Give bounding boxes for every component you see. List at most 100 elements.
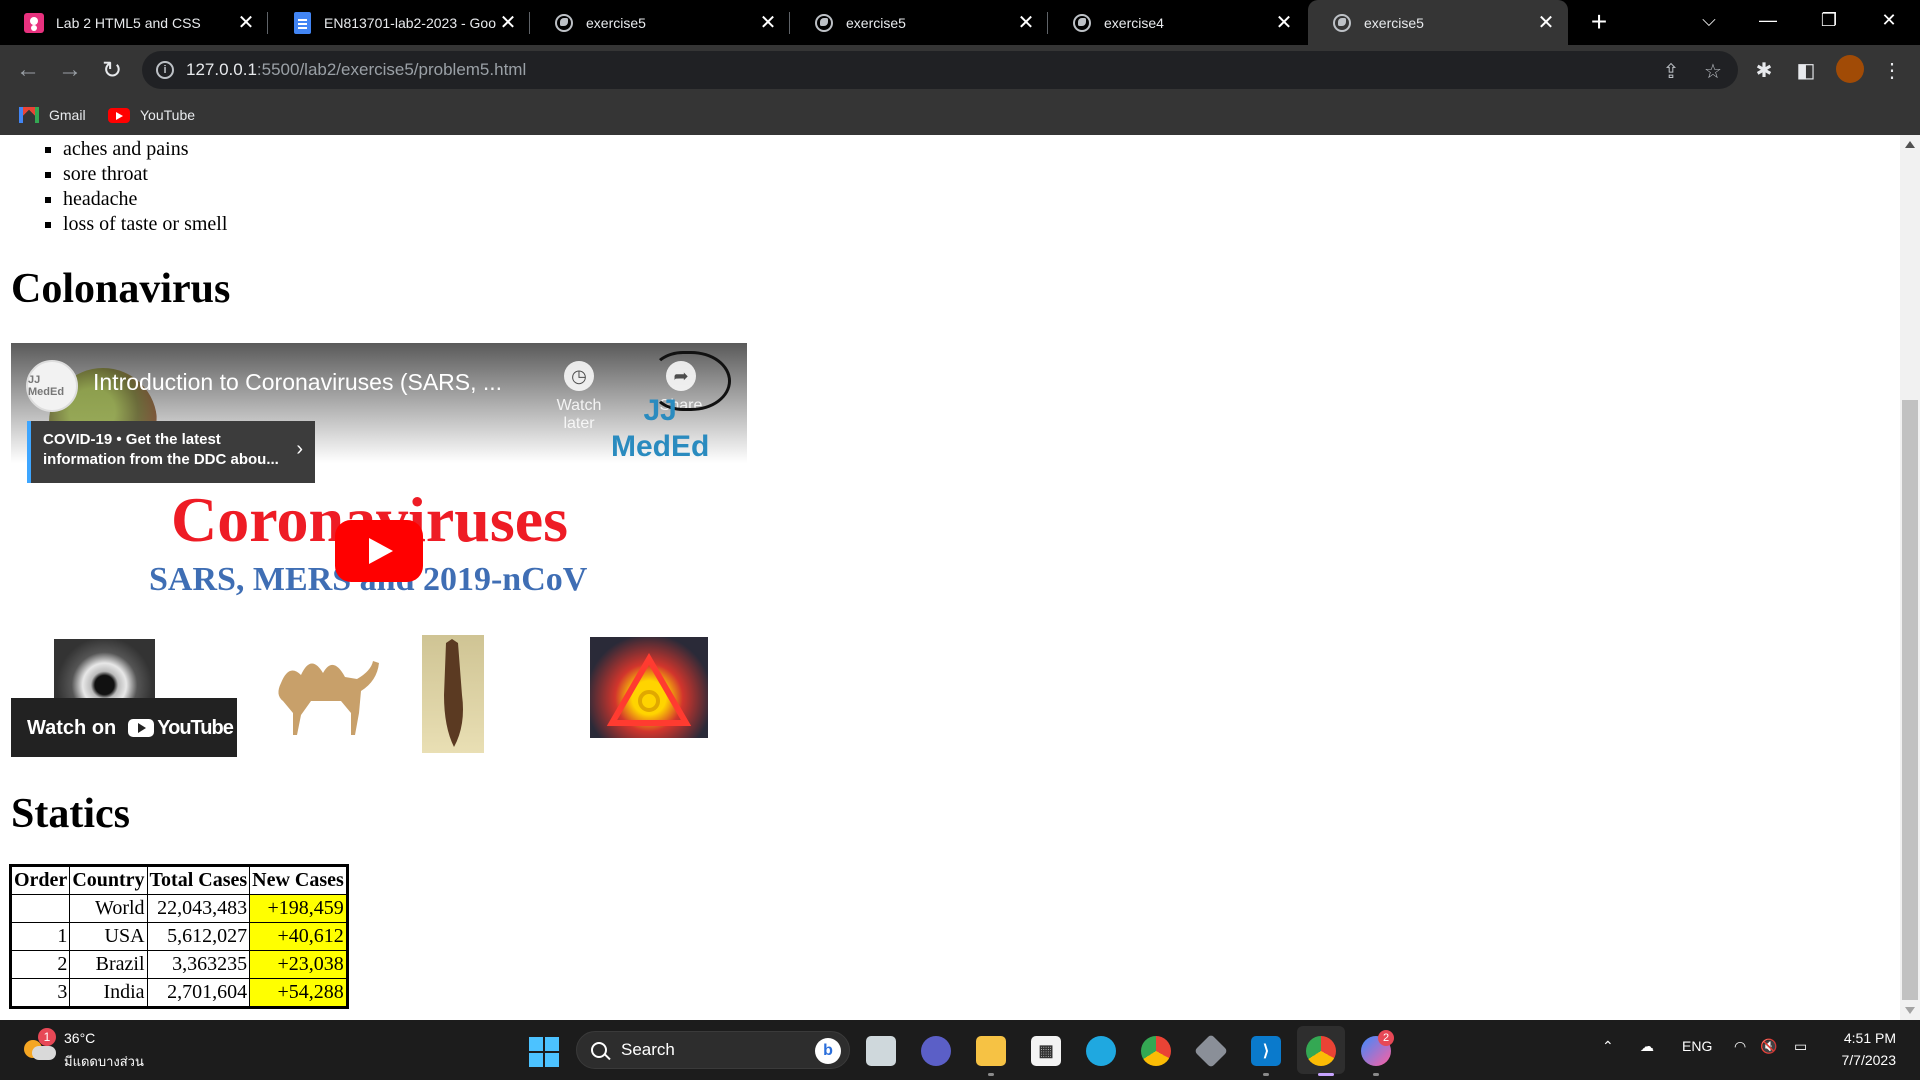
close-icon[interactable]: ✕ — [1272, 11, 1296, 35]
weather-notification-badge: 1 — [38, 1028, 56, 1046]
show-hidden-icons-chevron-up-icon[interactable]: ⌃ — [1602, 1038, 1614, 1055]
weather-temperature[interactable]: 36°C — [64, 1030, 95, 1046]
close-window-icon[interactable]: ✕ — [1866, 0, 1912, 40]
youtube-play-icon — [128, 719, 155, 737]
order-cell — [10, 894, 71, 923]
camel-image — [278, 661, 379, 735]
vscode-icon[interactable]: ⟩ — [1251, 1036, 1281, 1066]
youtube-video-embed[interactable]: JJ MedEd Introduction to Coronaviruses (… — [11, 343, 747, 757]
close-icon[interactable]: ✕ — [756, 11, 780, 35]
watch-on-youtube-button[interactable]: Watch on YouTube — [11, 698, 237, 757]
clock-time[interactable]: 4:51 PM — [1840, 1030, 1896, 1046]
windows-start-button[interactable] — [529, 1037, 559, 1067]
weather-description[interactable]: มีแดดบางส่วน — [64, 1051, 144, 1072]
teams-chat-icon[interactable] — [921, 1036, 951, 1066]
back-arrow-icon[interactable]: ← — [12, 54, 44, 86]
close-icon[interactable]: ✕ — [234, 11, 258, 35]
minimize-icon[interactable]: — — [1745, 0, 1791, 40]
channel-logo[interactable]: JJ MedEd — [26, 360, 78, 412]
bat-image — [422, 635, 484, 753]
globe-icon — [814, 13, 834, 33]
tab-exercise5-active[interactable]: exercise5 ✕ — [1308, 0, 1568, 45]
column-header: Total Cases — [146, 866, 251, 895]
tab-exercise5-b[interactable]: exercise5 ✕ — [790, 0, 1048, 45]
task-view-icon[interactable] — [866, 1036, 896, 1066]
speaker-muted-icon[interactable]: 🔇 — [1760, 1038, 1777, 1055]
table-row: 1 USA 5,612,027 +40,612 — [10, 922, 347, 951]
site-info-icon[interactable]: i — [156, 61, 174, 79]
battery-icon[interactable]: ▭ — [1794, 1038, 1807, 1055]
close-icon[interactable]: ✕ — [496, 11, 520, 35]
total-cases-cell: 2,701,604 — [146, 978, 251, 1007]
clock-date[interactable]: 7/7/2023 — [1830, 1052, 1897, 1068]
bing-icon[interactable]: b — [815, 1038, 841, 1064]
scroll-up-arrow-icon[interactable] — [1905, 141, 1915, 148]
chrome-icon[interactable] — [1141, 1036, 1171, 1066]
onedrive-icon[interactable]: ☁ — [1640, 1038, 1654, 1055]
close-icon[interactable]: ✕ — [1534, 11, 1558, 35]
total-cases-cell: 3,363235 — [146, 950, 251, 979]
reload-icon[interactable]: ↻ — [96, 54, 128, 86]
share-icon[interactable]: ⇪ — [1660, 60, 1682, 83]
watch-later-label: Watch later — [556, 397, 602, 432]
side-panel-icon[interactable]: ◧ — [1792, 56, 1820, 84]
running-indicator — [1373, 1073, 1379, 1076]
bookmark-label: YouTube — [140, 107, 196, 123]
list-item: aches and pains — [63, 137, 643, 162]
microsoft-store-icon[interactable]: ▦ — [1031, 1036, 1061, 1066]
wifi-icon[interactable]: ◠ — [1734, 1038, 1746, 1055]
table-row: 3 India 2,701,604 +54,288 — [10, 978, 347, 1007]
brand-line: JJ — [643, 394, 677, 427]
vertical-scrollbar[interactable] — [1900, 135, 1920, 1020]
bookmark-star-icon[interactable]: ☆ — [1702, 60, 1724, 83]
symptom-list: aches and pains sore throat headache los… — [43, 137, 643, 237]
chrome-profile-icon[interactable] — [1306, 1036, 1336, 1066]
column-header: New Cases — [249, 866, 347, 895]
extensions-puzzle-icon[interactable]: ✱ — [1750, 56, 1778, 84]
scroll-down-arrow-icon[interactable] — [1905, 1007, 1915, 1014]
unity-icon[interactable] — [1194, 1034, 1228, 1068]
address-bar[interactable]: i 127.0.0.1:5500/lab2/exercise5/problem5… — [142, 51, 1738, 89]
tab-search-chevron-down-icon[interactable]: ⌵ — [1686, 0, 1732, 40]
tab-exercise5-a[interactable]: exercise5 ✕ — [530, 0, 790, 45]
tab-lab2-html5-css[interactable]: Lab 2 HTML5 and CSS ✕ — [0, 0, 268, 45]
country-cell: Brazil — [69, 950, 148, 979]
youtube-wordmark: YouTube — [157, 716, 234, 739]
more-menu-icon[interactable]: ⋮ — [1878, 56, 1906, 84]
browser-toolbar: ← → ↻ i 127.0.0.1:5500/lab2/exercise5/pr… — [0, 45, 1920, 95]
language-indicator[interactable]: ENG — [1682, 1038, 1712, 1054]
tab-title: EN813701-lab2-2023 - Goo — [324, 14, 496, 31]
restore-icon[interactable]: ❐ — [1806, 0, 1852, 40]
edge-browser-icon[interactable] — [1086, 1036, 1116, 1066]
video-title-link[interactable]: Introduction to Coronaviruses (SARS, ... — [93, 369, 502, 396]
tab-title: Lab 2 HTML5 and CSS — [56, 14, 201, 31]
watch-later-button[interactable]: ◷ Watch later — [544, 361, 614, 433]
taskbar-search-box[interactable]: Search b — [576, 1031, 850, 1069]
list-item: loss of taste or smell — [63, 212, 643, 237]
classroom-icon — [24, 12, 44, 33]
scrollbar-thumb[interactable] — [1902, 400, 1918, 1000]
url-text[interactable]: 127.0.0.1:5500/lab2/exercise5/problem5.h… — [186, 60, 526, 80]
youtube-play-button[interactable] — [335, 520, 423, 582]
jj-meded-brand: JJ MedEd — [611, 393, 709, 465]
search-icon — [591, 1042, 607, 1058]
browser-tab-strip: Lab 2 HTML5 and CSS ✕ EN813701-lab2-2023… — [0, 0, 1920, 45]
file-explorer-icon[interactable] — [976, 1036, 1006, 1066]
covid-info-card[interactable]: COVID-19 • Get the latest information fr… — [27, 421, 315, 483]
profile-avatar[interactable] — [1836, 55, 1864, 83]
new-tab-button[interactable]: + — [1583, 6, 1615, 38]
forward-arrow-icon[interactable]: → — [54, 54, 86, 86]
bookmark-youtube[interactable]: YouTube — [108, 105, 195, 125]
clock-icon: ◷ — [564, 361, 594, 391]
country-cell: World — [69, 894, 148, 923]
tab-exercise4[interactable]: exercise4 ✕ — [1048, 0, 1306, 45]
close-icon[interactable]: ✕ — [1014, 11, 1038, 35]
search-label: Search — [621, 1040, 675, 1059]
info-card-line: COVID-19 • Get the latest — [43, 431, 221, 448]
messenger-notification-badge: 2 — [1378, 1030, 1394, 1046]
column-header: Country — [69, 866, 148, 895]
tab-google-doc[interactable]: EN813701-lab2-2023 - Goo ✕ — [268, 0, 530, 45]
running-indicator — [988, 1073, 994, 1076]
table-row: 2 Brazil 3,363235 +23,038 — [10, 950, 347, 979]
bookmark-gmail[interactable]: Gmail — [19, 105, 86, 125]
